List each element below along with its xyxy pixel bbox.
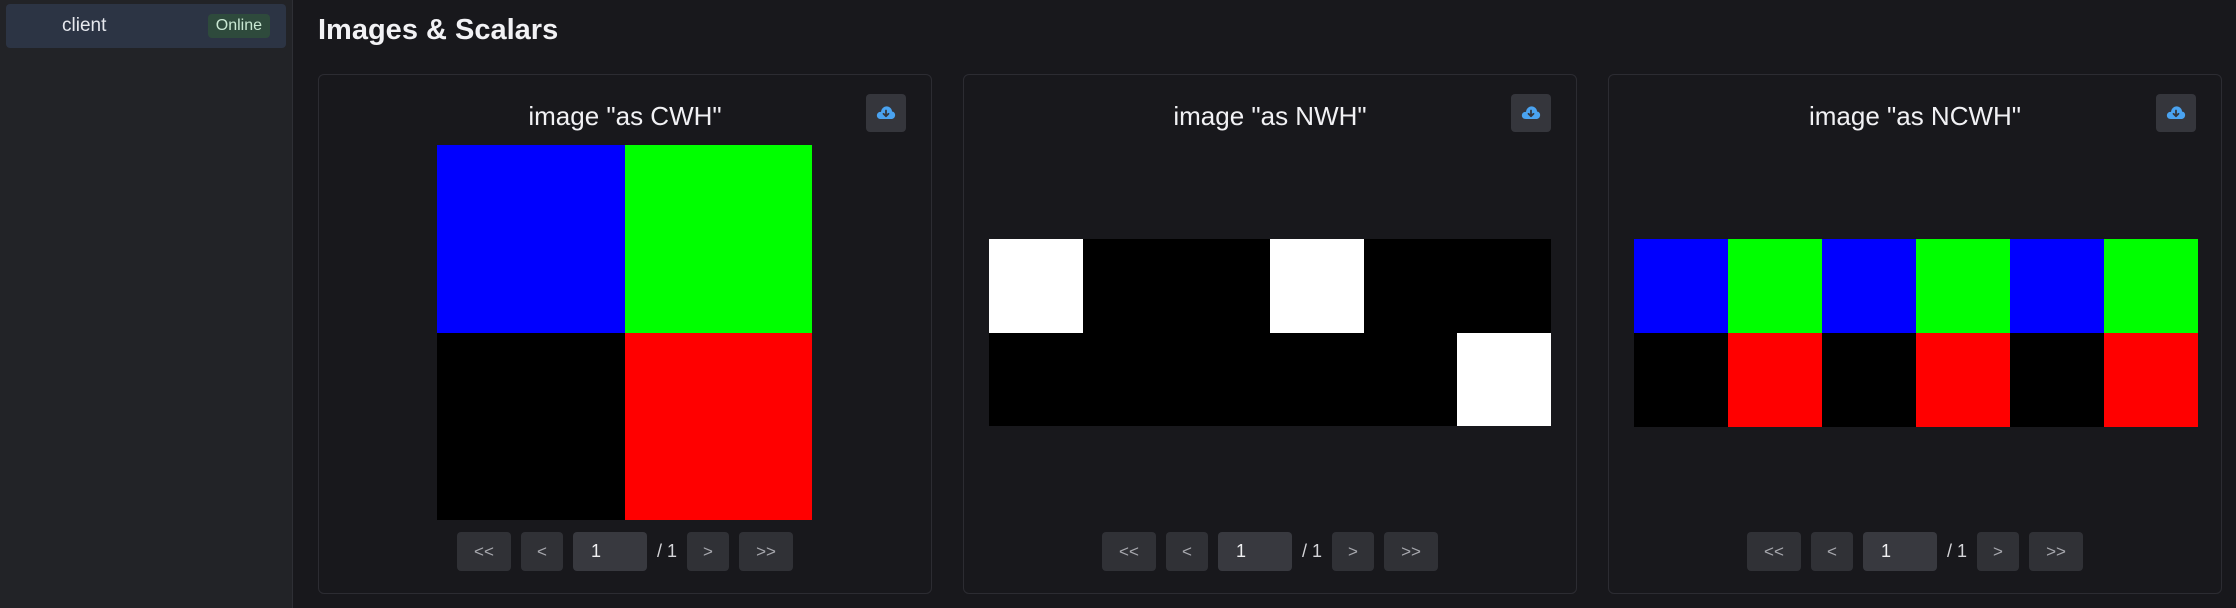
first-page-button[interactable]: << <box>1101 532 1156 571</box>
next-page-button[interactable]: > <box>687 532 729 571</box>
pagination: << < / 1 > >> <box>1609 532 2221 571</box>
image-canvas <box>437 145 812 520</box>
image-pixel <box>2104 333 2198 427</box>
last-page-button[interactable]: >> <box>739 532 793 571</box>
prev-page-button[interactable]: < <box>520 532 563 571</box>
page-total: / 1 <box>1946 541 1967 561</box>
last-page-button[interactable]: >> <box>1384 532 1438 571</box>
image-pixel <box>1822 333 1916 427</box>
image-pixel <box>1176 239 1270 333</box>
image-pixel <box>1176 332 1270 426</box>
prev-page-button[interactable]: < <box>1165 532 1208 571</box>
download-button[interactable] <box>2156 94 2196 132</box>
pagination: << < / 1 > >> <box>964 532 1576 571</box>
image-pixel <box>989 332 1083 426</box>
image-pixel <box>1457 332 1551 426</box>
main-content: Images & Scalars image "as CWH" << < / 1 <box>293 0 2236 608</box>
panel-title: image "as NWH" <box>1173 101 1367 131</box>
last-page-button[interactable]: >> <box>2029 532 2083 571</box>
image-panel-nwh: image "as NWH" << < / 1 > >> <box>963 74 1577 594</box>
image-pixel <box>437 332 625 520</box>
image-pixel <box>1457 239 1551 333</box>
first-page-button[interactable]: << <box>1746 532 1801 571</box>
status-badge: Online <box>207 14 270 38</box>
image-panel-cwh: image "as CWH" << < / 1 > >> <box>318 74 932 594</box>
sidebar-item-client[interactable]: client Online <box>6 4 286 48</box>
image-pixel <box>1269 332 1364 426</box>
app: client Online Images & Scalars image "as… <box>0 0 2236 608</box>
page-total: / 1 <box>1301 541 1322 561</box>
image-pixel <box>624 145 812 333</box>
image-pixel <box>1634 333 1728 427</box>
image-pixel <box>989 239 1083 333</box>
image-pixel <box>2010 333 2104 427</box>
prev-page-button[interactable]: < <box>1810 532 1853 571</box>
client-label: client <box>62 15 107 36</box>
image-pixel <box>624 332 812 520</box>
image-canvas <box>989 239 1551 426</box>
image-pixel <box>1916 239 2010 333</box>
page-number-input[interactable] <box>1217 532 1292 571</box>
image-canvas <box>1634 239 2198 427</box>
pagination: << < / 1 > >> <box>319 532 931 571</box>
image-pixel <box>2010 239 2104 333</box>
image-pixel <box>1363 239 1458 333</box>
cloud-download-icon <box>2166 106 2186 119</box>
panel-title: image "as NCWH" <box>1808 101 2022 131</box>
download-button[interactable] <box>1511 94 1551 132</box>
image-pixel <box>2104 239 2198 333</box>
page-number-input[interactable] <box>572 532 647 571</box>
next-page-button[interactable]: > <box>1977 532 2019 571</box>
image-pixel <box>1082 332 1177 426</box>
image-pixel <box>437 145 625 333</box>
image-pixel <box>1634 239 1728 333</box>
image-pixel <box>1728 239 1822 333</box>
page-title: Images & Scalars <box>318 14 559 46</box>
image-panel-ncwh: image "as NCWH" << < / 1 > >> <box>1608 74 2222 594</box>
cloud-download-icon <box>876 106 896 119</box>
image-pixel <box>1916 333 2010 427</box>
download-button[interactable] <box>866 94 906 132</box>
next-page-button[interactable]: > <box>1332 532 1374 571</box>
first-page-button[interactable]: << <box>456 532 511 571</box>
sidebar: client Online <box>0 0 293 608</box>
image-panels: image "as CWH" << < / 1 > >> <box>318 74 2222 594</box>
page-total: / 1 <box>656 541 677 561</box>
panel-title: image "as CWH" <box>528 101 722 131</box>
image-pixel <box>1728 333 1822 427</box>
image-pixel <box>1822 239 1916 333</box>
image-pixel <box>1269 239 1364 333</box>
page-number-input[interactable] <box>1862 532 1937 571</box>
image-pixel <box>1363 332 1458 426</box>
image-pixel <box>1082 239 1177 333</box>
cloud-download-icon <box>1521 106 1541 119</box>
